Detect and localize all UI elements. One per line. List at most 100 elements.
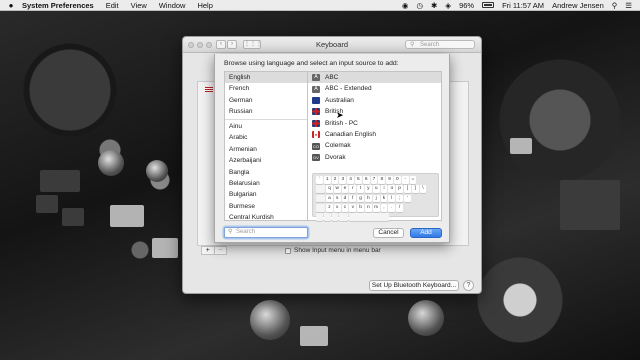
input-source-item[interactable]: British - PC bbox=[308, 118, 441, 129]
wifi-icon[interactable]: ◈ bbox=[445, 1, 451, 10]
menu-clock[interactable]: Fri 11:57 AM bbox=[502, 1, 544, 10]
language-item[interactable]: Central Kurdish bbox=[225, 212, 307, 220]
dj-knob bbox=[408, 300, 444, 336]
key: u bbox=[372, 185, 380, 194]
show-input-menu-checkbox[interactable] bbox=[285, 247, 291, 254]
menu-app-name[interactable]: System Preferences bbox=[22, 1, 94, 10]
space-key bbox=[349, 213, 390, 221]
menu-edit[interactable]: Edit bbox=[106, 1, 119, 10]
search-icon: ⚲ bbox=[228, 229, 233, 235]
close-window-button[interactable] bbox=[188, 41, 194, 48]
dj-knob bbox=[98, 150, 124, 176]
record-icon[interactable]: ◉ bbox=[402, 1, 409, 10]
language-item[interactable]: German bbox=[225, 95, 307, 106]
key: y bbox=[364, 185, 372, 194]
caps-key bbox=[316, 194, 325, 203]
menu-extras: ◉ ◷ ✱ ◈ 96% Fri 11:57 AM Andrew Jensen ⚲… bbox=[402, 1, 640, 10]
dj-pad bbox=[560, 180, 620, 230]
back-button[interactable]: ‹ bbox=[216, 40, 226, 49]
input-source-item[interactable]: British bbox=[308, 106, 441, 117]
key: h bbox=[364, 194, 372, 203]
keyboard-row: z x c v b n m , . / bbox=[316, 203, 435, 212]
minimize-window-button[interactable] bbox=[197, 41, 203, 48]
dj-cue-pad bbox=[300, 326, 328, 346]
key: e bbox=[341, 185, 349, 194]
dj-pad bbox=[40, 170, 80, 192]
menu-window[interactable]: Window bbox=[159, 1, 186, 10]
key: , bbox=[380, 203, 388, 212]
key: c bbox=[341, 203, 349, 212]
key: f bbox=[349, 194, 357, 203]
input-source-item[interactable]: Australian bbox=[308, 95, 441, 106]
language-search-input[interactable]: ⚲ Search bbox=[224, 227, 308, 238]
remove-source-button[interactable]: − bbox=[213, 247, 227, 254]
spotlight-icon[interactable]: ⚲ bbox=[612, 1, 618, 10]
dj-pad bbox=[36, 195, 58, 213]
sheet-prompt: Browse using language and select an inpu… bbox=[224, 60, 399, 67]
input-source-item[interactable]: CO Colemak bbox=[308, 140, 441, 151]
battery-percent[interactable]: 96% bbox=[459, 1, 474, 10]
dj-knob bbox=[250, 300, 290, 340]
language-item[interactable]: Armenian bbox=[225, 144, 307, 155]
input-source-item[interactable]: Canadian English bbox=[308, 129, 441, 140]
language-item[interactable]: Bulgarian bbox=[225, 189, 307, 200]
apple-icon[interactable]: ● bbox=[0, 1, 22, 10]
language-item[interactable]: Ainu bbox=[225, 121, 307, 132]
menu-view[interactable]: View bbox=[131, 1, 147, 10]
keyboard-row: a s d f g h j k l ; ' bbox=[316, 194, 435, 203]
battery-icon[interactable] bbox=[482, 2, 495, 8]
cancel-button[interactable]: Cancel bbox=[373, 228, 404, 238]
language-item[interactable]: Azerbaijani bbox=[225, 155, 307, 166]
input-source-label: Dvorak bbox=[325, 153, 346, 161]
key: g bbox=[357, 194, 364, 203]
notification-center-icon[interactable]: ☰ bbox=[625, 1, 632, 10]
forward-button[interactable]: › bbox=[227, 40, 237, 49]
key: t bbox=[357, 185, 364, 194]
language-item[interactable]: Russian bbox=[225, 106, 307, 117]
language-item[interactable]: Belarusian bbox=[225, 178, 307, 189]
language-list[interactable]: English French German Russian Ainu Arabi… bbox=[224, 71, 308, 221]
show-input-menu-option[interactable]: Show Input menu in menu bar bbox=[285, 247, 381, 254]
input-source-label: ABC - Extended bbox=[325, 85, 372, 93]
input-source-item[interactable]: DV Dvorak bbox=[308, 152, 441, 163]
shift-key bbox=[316, 203, 325, 212]
key: 3 bbox=[339, 176, 347, 184]
keyboard-row bbox=[316, 213, 435, 221]
window-titlebar: ‹ › ⋮⋮⋮ Keyboard ⚲ Search bbox=[183, 37, 481, 53]
key: v bbox=[349, 203, 357, 212]
abc-icon: A bbox=[312, 85, 320, 93]
show-all-grid-button[interactable]: ⋮⋮⋮ bbox=[243, 40, 262, 49]
key: = bbox=[409, 176, 417, 184]
time-machine-icon[interactable]: ◷ bbox=[416, 1, 423, 10]
zoom-window-button[interactable] bbox=[206, 41, 212, 48]
key: n bbox=[364, 203, 372, 212]
prefs-search-input[interactable]: ⚲ Search bbox=[405, 40, 475, 49]
dj-knob bbox=[146, 160, 168, 182]
control-key bbox=[323, 213, 331, 221]
key: d bbox=[341, 194, 349, 203]
help-button[interactable]: ? bbox=[463, 280, 474, 291]
language-item[interactable]: French bbox=[225, 83, 307, 94]
key: o bbox=[388, 185, 396, 194]
language-item[interactable]: Bangla bbox=[225, 167, 307, 178]
input-source-item[interactable]: A ABC bbox=[308, 72, 441, 84]
language-item[interactable]: English bbox=[225, 72, 307, 84]
menu-user[interactable]: Andrew Jensen bbox=[552, 1, 604, 10]
add-source-button[interactable]: + bbox=[202, 247, 214, 254]
key: a bbox=[326, 194, 333, 203]
key: 4 bbox=[347, 176, 354, 184]
uk-flag-icon bbox=[312, 108, 320, 116]
add-button[interactable]: Add bbox=[410, 228, 442, 238]
key: - bbox=[401, 176, 409, 184]
bluetooth-keyboard-button[interactable]: Set Up Bluetooth Keyboard... bbox=[369, 280, 459, 291]
dj-cue-pad bbox=[510, 138, 532, 154]
show-input-menu-label: Show Input menu in menu bar bbox=[294, 247, 381, 254]
menu-help[interactable]: Help bbox=[197, 1, 212, 10]
language-item[interactable]: Burmese bbox=[225, 201, 307, 212]
input-source-item[interactable]: A ABC - Extended bbox=[308, 83, 441, 94]
canada-flag-icon bbox=[312, 131, 320, 139]
language-item[interactable]: Arabic bbox=[225, 132, 307, 143]
us-flag-icon bbox=[205, 87, 213, 92]
bluetooth-icon[interactable]: ✱ bbox=[431, 1, 437, 10]
option-key bbox=[331, 213, 339, 221]
